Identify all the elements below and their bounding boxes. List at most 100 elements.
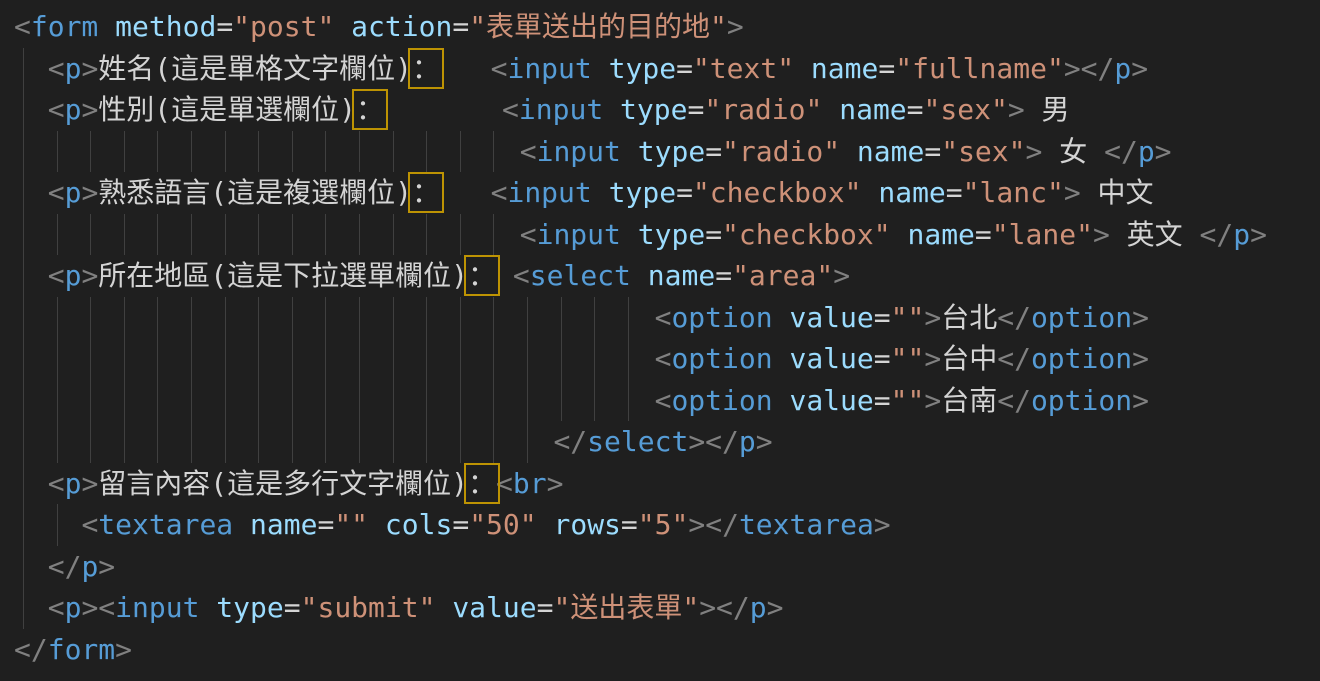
indent-guide (292, 131, 293, 173)
code-token: </ (997, 301, 1031, 334)
code-token: p (1138, 135, 1155, 168)
indent-guide (527, 380, 528, 422)
code-token: value (773, 384, 874, 417)
indent-guide (157, 297, 158, 339)
code-token: < (48, 591, 65, 624)
code-token (14, 342, 655, 375)
code-token: input (115, 591, 199, 624)
code-line[interactable]: <p><input type="submit" value="送出表單"></p… (0, 587, 1320, 629)
indent-guide (493, 380, 494, 422)
code-line[interactable]: <form method="post" action="表單送出的目的地"> (0, 6, 1320, 48)
code-line[interactable]: <input type="radio" name="sex"> 女 </p> (0, 131, 1320, 173)
code-token: p (1114, 52, 1131, 85)
code-line[interactable]: </select></p> (0, 421, 1320, 463)
code-token: 台南 (941, 384, 997, 417)
indent-guide (57, 297, 58, 339)
indent-guide (258, 380, 259, 422)
indent-guide (23, 214, 24, 256)
code-token: type (199, 591, 283, 624)
code-token: ></ (699, 591, 750, 624)
indent-guide (57, 338, 58, 380)
code-token: > (874, 508, 891, 541)
indent-guide (393, 380, 394, 422)
indent-guide (225, 214, 226, 256)
indent-guide (23, 297, 24, 339)
indent-guide (359, 214, 360, 256)
code-line[interactable]: <p>性別(這是單選欄位)： <input type="radio" name=… (0, 89, 1320, 131)
code-token: > (547, 467, 564, 500)
code-token: method (98, 10, 216, 43)
code-token: 台北 (941, 301, 997, 334)
code-token: type (621, 218, 705, 251)
code-token: p (65, 93, 82, 126)
code-line[interactable]: <option value="">台中</option> (0, 338, 1320, 380)
code-line[interactable]: <p>熟悉語言(這是複選欄位)： <input type="checkbox" … (0, 172, 1320, 214)
code-line[interactable]: <textarea name="" cols="50" rows="5"></t… (0, 504, 1320, 546)
code-line[interactable]: <p>姓名(這是單格文字欄位)： <input type="text" name… (0, 48, 1320, 90)
indent-guide (393, 338, 394, 380)
indent-guide (23, 89, 24, 131)
code-line[interactable]: </form> (0, 629, 1320, 671)
code-token: > (924, 384, 941, 417)
code-token: = (946, 176, 963, 209)
code-token: p (1233, 218, 1250, 251)
indent-guide (23, 48, 24, 90)
code-line[interactable]: <input type="checkbox" name="lane"> 英文 <… (0, 214, 1320, 256)
indent-guide (191, 338, 192, 380)
code-token: > (1026, 135, 1043, 168)
code-token: > (924, 342, 941, 375)
indent-guide (23, 131, 24, 173)
indent-guide (90, 297, 91, 339)
code-token: type (603, 93, 687, 126)
code-token: < (48, 52, 65, 85)
code-token: option (1031, 301, 1132, 334)
indent-guide (225, 131, 226, 173)
code-token: input (507, 52, 591, 85)
indent-guide (460, 421, 461, 463)
code-token: "submit" (301, 591, 436, 624)
code-token: </ (1200, 218, 1234, 251)
code-token: > (81, 259, 98, 292)
code-token: > (98, 550, 115, 583)
code-token (14, 425, 553, 458)
code-token: 所在地區(這是下拉選單欄位) (98, 259, 468, 292)
code-token: = (216, 10, 233, 43)
code-token: </ (997, 384, 1031, 417)
code-token: 女 (1042, 135, 1104, 168)
code-line[interactable]: <option value="">台南</option> (0, 380, 1320, 422)
code-token: = (284, 591, 301, 624)
indent-guide (23, 463, 24, 505)
code-line[interactable]: <option value="">台北</option> (0, 297, 1320, 339)
indent-guide (225, 297, 226, 339)
code-token: action (334, 10, 452, 43)
indent-guide (90, 421, 91, 463)
indent-guide (23, 421, 24, 463)
indent-guide (393, 421, 394, 463)
indent-guide (292, 214, 293, 256)
code-token (14, 508, 81, 541)
code-token (496, 259, 513, 292)
code-token: option (671, 342, 772, 375)
code-token: < (81, 508, 98, 541)
code-line[interactable]: <p>所在地區(這是下拉選單欄位)： <select name="area"> (0, 255, 1320, 297)
indent-guide (124, 338, 125, 380)
code-token: = (452, 10, 469, 43)
indent-guide (90, 214, 91, 256)
code-line[interactable]: </p> (0, 546, 1320, 588)
indent-guide (460, 214, 461, 256)
code-line[interactable]: <p>留言內容(這是多行文字欄位)：<br> (0, 463, 1320, 505)
code-token: = (975, 218, 992, 251)
code-token: "" (891, 342, 925, 375)
code-editor[interactable]: <form method="post" action="表單送出的目的地"> <… (0, 0, 1320, 681)
code-token: "sex" (941, 135, 1025, 168)
indent-guide (359, 380, 360, 422)
code-token (14, 93, 48, 126)
indent-guide (325, 380, 326, 422)
indent-guide (493, 338, 494, 380)
indent-guide (157, 131, 158, 173)
indent-guide (325, 297, 326, 339)
indent-guide (157, 338, 158, 380)
code-token: < (502, 93, 519, 126)
code-token (14, 301, 655, 334)
code-token: textarea (739, 508, 874, 541)
